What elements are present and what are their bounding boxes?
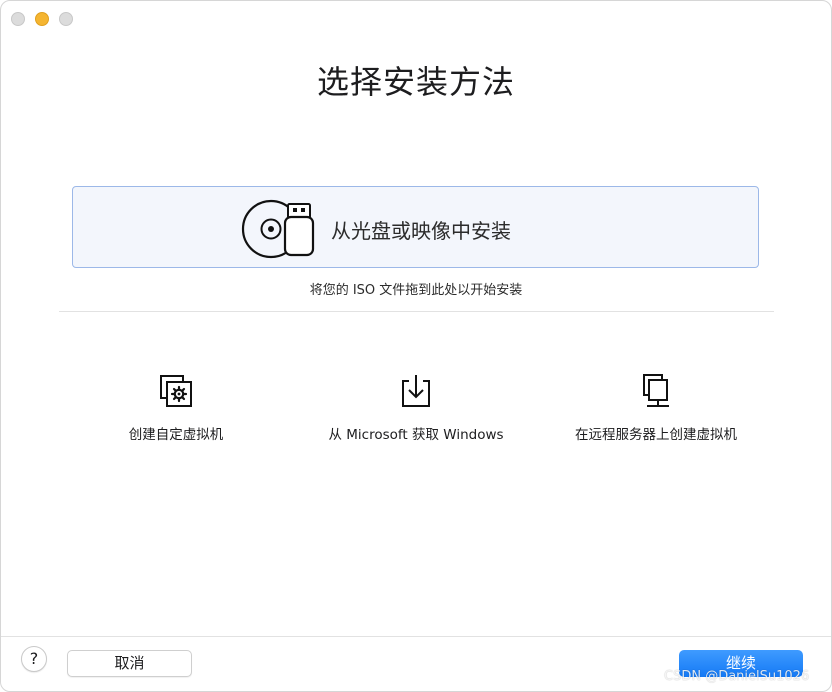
divider [59, 311, 774, 312]
create-vm-on-remote-server-option[interactable]: 在远程服务器上创建虚拟机 [536, 373, 776, 453]
install-from-disc-image-dropzone[interactable]: 从光盘或映像中安装 [72, 186, 759, 268]
option-label: 创建自定虚拟机 [128, 427, 224, 443]
page-title: 选择安装方法 [316, 63, 515, 101]
zoom-window-button[interactable] [59, 12, 73, 26]
dropzone-label: 从光盘或映像中安装 [331, 219, 511, 243]
close-window-button[interactable] [11, 12, 25, 26]
footer-divider [1, 636, 831, 637]
window-controls [11, 12, 73, 26]
disc-usb-icon [241, 199, 315, 259]
custom-vm-icon [160, 375, 192, 407]
create-custom-vm-option[interactable]: 创建自定虚拟机 [56, 373, 296, 453]
installer-window: 选择安装方法 从光盘或映像中安装 将您的 ISO 文件拖到此处以开始安装 创建自… [0, 0, 832, 692]
option-label: 在远程服务器上创建虚拟机 [575, 427, 737, 443]
help-button[interactable]: ? [21, 646, 47, 672]
dropzone-hint: 将您的 ISO 文件拖到此处以开始安装 [309, 283, 523, 298]
get-windows-from-microsoft-option[interactable]: 从 Microsoft 获取 Windows [296, 373, 536, 453]
download-icon [402, 375, 430, 407]
option-label: 从 Microsoft 获取 Windows [328, 427, 504, 443]
minimize-window-button[interactable] [35, 12, 49, 26]
remote-server-icon [643, 374, 669, 407]
watermark-text: CSDN @DanielSu1026 [664, 669, 810, 684]
cancel-button[interactable]: 取消 [67, 650, 192, 677]
